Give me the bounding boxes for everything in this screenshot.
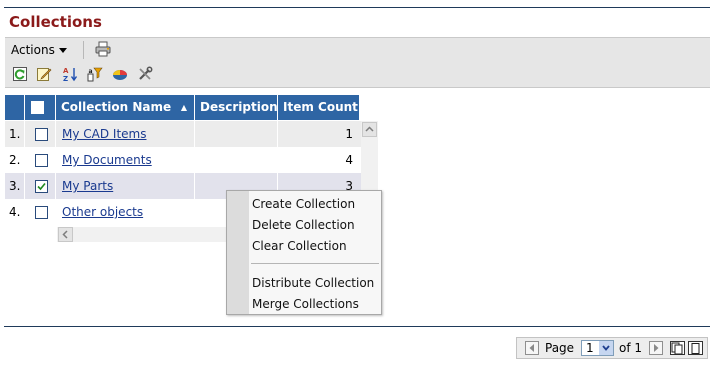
print-icon[interactable] [95, 41, 111, 57]
column-label: Item Count [283, 100, 358, 114]
page-title: Collections [9, 13, 102, 31]
menu-item-merge-collections[interactable]: Merge Collections [252, 297, 359, 311]
actions-menu-button[interactable]: Actions [11, 43, 67, 57]
row-select-cell [25, 173, 56, 199]
filter-icon[interactable]: a [87, 66, 103, 82]
sort-ascending-icon: ▲ [180, 103, 187, 112]
svg-text:a: a [89, 68, 93, 75]
svg-text:A: A [63, 67, 69, 75]
toolbar-separator [83, 41, 84, 59]
column-header-description[interactable]: Description [195, 95, 278, 120]
item-count-cell: 1 [345, 127, 353, 141]
tools-icon[interactable] [137, 66, 153, 82]
collection-name-cell: My Parts [56, 173, 195, 199]
pagination-bar: Page 1 of 1 [516, 337, 708, 359]
collection-link[interactable]: My Documents [62, 153, 152, 167]
page-select[interactable]: 1 [581, 340, 614, 356]
description-cell [195, 147, 278, 173]
current-page-value: 1 [586, 341, 594, 355]
checkmark-icon [37, 182, 46, 191]
previous-page-button[interactable] [525, 341, 539, 355]
row-checkbox[interactable] [35, 128, 48, 141]
view-mode-single-page-icon[interactable] [688, 341, 703, 355]
caret-down-icon [58, 48, 67, 53]
triangle-right-icon [654, 344, 659, 352]
collection-name-cell: My CAD Items [56, 121, 195, 147]
sort-az-icon[interactable]: A Z [62, 66, 78, 82]
column-label: Description [200, 100, 278, 114]
svg-text:Z: Z [63, 75, 68, 82]
row-number: 1. [9, 121, 25, 147]
row-number: 3. [9, 173, 25, 199]
row-number-header [5, 95, 25, 120]
bottom-divider [4, 326, 710, 327]
collection-link[interactable]: My CAD Items [62, 127, 146, 141]
row-checkbox[interactable] [35, 154, 48, 167]
table-row[interactable]: 1. My CAD Items 1 [5, 121, 361, 147]
scroll-up-button[interactable] [362, 122, 377, 137]
row-number: 4. [9, 199, 25, 225]
menu-item-delete-collection[interactable]: Delete Collection [252, 218, 355, 232]
menu-separator [251, 263, 379, 264]
collection-link[interactable]: Other objects [62, 205, 143, 219]
row-select-cell [25, 147, 56, 173]
page-label: Page [545, 341, 575, 355]
menu-item-create-collection[interactable]: Create Collection [252, 197, 355, 211]
scroll-left-button[interactable] [58, 227, 73, 242]
collection-name-cell: My Documents [56, 147, 195, 173]
row-select-cell [25, 199, 56, 225]
context-menu: Create Collection Delete Collection Clea… [226, 190, 382, 315]
chevron-left-icon [62, 230, 68, 239]
context-menu-icon-strip [227, 191, 249, 314]
column-label: Collection Name [61, 100, 172, 114]
column-header-item-count[interactable]: Item Count [278, 95, 359, 120]
menu-item-clear-collection[interactable]: Clear Collection [252, 239, 347, 253]
item-count-cell: 4 [345, 153, 353, 167]
page-total-label: of 1 [619, 341, 643, 355]
row-checkbox-checked[interactable] [35, 180, 48, 193]
edit-icon[interactable] [36, 66, 52, 82]
dropdown-arrow-icon [599, 341, 613, 355]
row-select-cell [25, 121, 56, 147]
top-divider [4, 7, 710, 8]
table-toolbar: A Z a [5, 62, 710, 88]
select-all-checkbox[interactable] [31, 101, 44, 114]
select-all-header [25, 95, 56, 120]
view-mode-multi-page-icon[interactable] [670, 341, 685, 355]
next-page-button[interactable] [649, 341, 663, 355]
collection-name-cell: Other objects [56, 199, 195, 225]
collection-link[interactable]: My Parts [62, 179, 113, 193]
description-cell [195, 121, 278, 147]
triangle-left-icon [529, 344, 534, 352]
row-checkbox[interactable] [35, 206, 48, 219]
column-header-collection-name[interactable]: Collection Name ▲ [56, 95, 195, 120]
refresh-icon[interactable] [12, 66, 28, 82]
menu-item-distribute-collection[interactable]: Distribute Collection [252, 276, 374, 290]
row-number: 2. [9, 147, 25, 173]
chevron-up-icon [365, 126, 374, 132]
actions-toolbar: Actions [5, 37, 710, 63]
actions-label: Actions [11, 43, 55, 57]
chart-icon[interactable] [112, 66, 128, 82]
table-row[interactable]: 2. My Documents 4 [5, 147, 361, 173]
